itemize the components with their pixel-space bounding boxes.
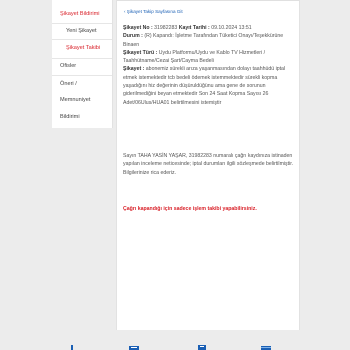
sidebar-item-complaint-tracking[interactable]: Şikayet Takibi — [52, 44, 118, 52]
list-icon[interactable] — [128, 344, 140, 350]
document-icon[interactable] — [196, 344, 208, 350]
sidebar-divider — [52, 75, 112, 76]
card-icon[interactable] — [260, 344, 272, 350]
sidebar-item-new-complaint[interactable]: Yeni Şikayet — [52, 27, 118, 35]
complaint-detail-panel: ‹ Şikayet Takip Sayfasına Git Şikayet No… — [116, 0, 300, 330]
sidebar: Şikayet Bildirimi Yeni Şikayet Şikayet T… — [52, 0, 113, 128]
registration-date-label: Kayıt Tarihi : — [178, 25, 210, 31]
status-value: (R) Kapandı: İşletme Tarafından Tüketici… — [123, 33, 284, 48]
complaint-no-value: 31982283 — [154, 25, 178, 31]
sidebar-item-satisfaction[interactable]: Memnuniyet — [52, 96, 112, 104]
response-text: Sayın TAHA YASİN YAŞAR, 31982283 numaral… — [123, 153, 294, 176]
sidebar-item-offices[interactable]: Ofisler — [52, 62, 112, 70]
complaint-info: Şikayet No : 31982283 Kayıt Tarihi : 09.… — [123, 24, 295, 107]
sidebar-item-notification[interactable]: Bildirimi — [52, 113, 112, 121]
sidebar-divider — [52, 39, 112, 40]
complaint-body-label: Şikayet : — [123, 66, 145, 73]
sidebar-divider — [52, 58, 112, 59]
top-divider — [117, 0, 299, 1]
person-icon[interactable] — [66, 344, 78, 350]
complaint-body-value: abonemiz sürekli arıza yaşanmasından dol… — [123, 66, 286, 106]
bottom-nav — [0, 340, 350, 350]
status-label: Durum : — [123, 33, 143, 40]
closed-notice: Çağrı kapandığı için sadece işlem takibi… — [123, 206, 257, 212]
sidebar-item-suggestion[interactable]: Öneri / — [52, 80, 112, 88]
sidebar-item-complaint-notice[interactable]: Şikayet Bildirimi — [52, 10, 112, 18]
sidebar-divider — [52, 23, 112, 24]
back-to-tracking-link[interactable]: ‹ Şikayet Takip Sayfasına Git — [124, 9, 183, 14]
registration-date-value: 09.10.2024 13:51 — [211, 25, 252, 31]
complaint-type-label: Şikayet Türü : — [123, 49, 158, 56]
complaint-no-label: Şikayet No : — [123, 25, 153, 31]
